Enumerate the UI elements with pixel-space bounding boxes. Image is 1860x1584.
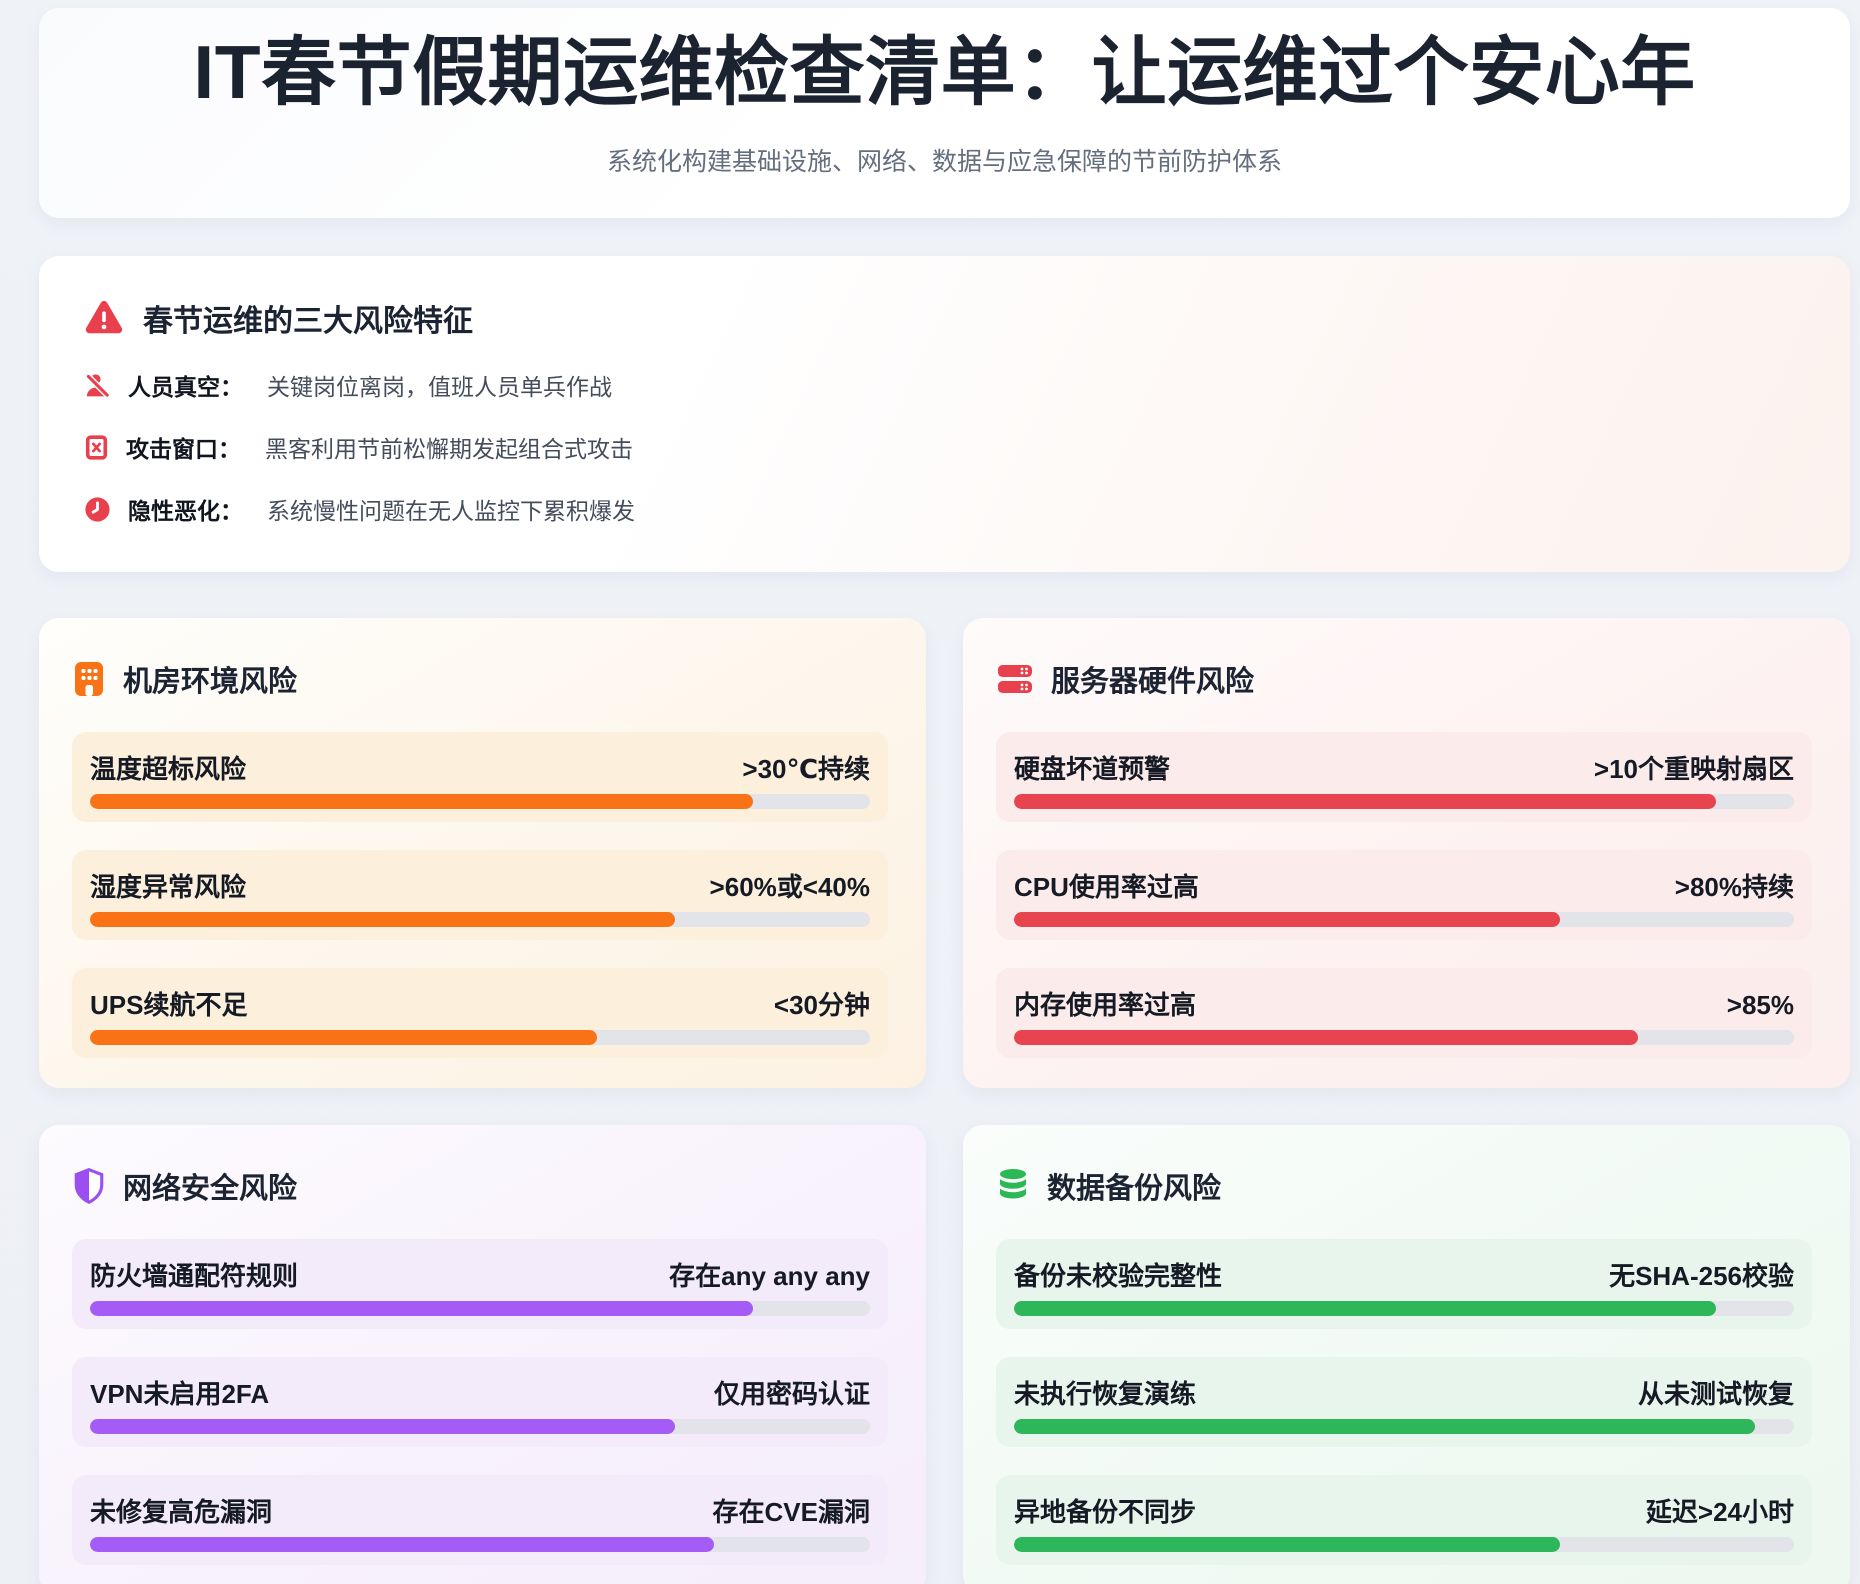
page-subtitle: 系统化构建基础设施、网络、数据与应急保障的节前防护体系 [164,142,1725,178]
risk-features-header: 春节运维的三大风险特征 [83,296,1806,340]
risk-feature-item: 攻击窗口： 黑客利用节前松懈期发起组合式攻击 [83,430,1806,464]
stat-value: 存在CVE漏洞 [713,1492,870,1529]
stat-row: 备份未校验完整性 无SHA-256校验 [996,1239,1812,1329]
stat-label: 温度超标风险 [90,749,246,786]
person-slash-icon [83,371,112,400]
card-title: 网络安全风险 [123,1165,297,1207]
progress-fill [1014,1537,1560,1552]
stat-label: 防火墙通配符规则 [90,1256,298,1293]
progress-track [90,1419,870,1434]
progress-track [90,1537,870,1552]
risk-feature-label: 人员真空： [128,368,243,402]
stat-row: 温度超标风险 >30℃持续 [72,732,888,822]
stat-value: <30分钟 [774,985,870,1022]
window-x-icon [83,434,110,461]
card-server-hardware: 服务器硬件风险 硬盘坏道预警 >10个重映射扇区 CPU使用率过高 >80%持续 [963,618,1850,1088]
progress-fill [1014,912,1560,927]
stat-label: VPN未启用2FA [90,1374,269,1411]
stat-value: >80%持续 [1675,867,1794,904]
stat-label: UPS续航不足 [90,985,247,1022]
stat-label: 湿度异常风险 [90,867,246,904]
hero-card: IT春节假期运维检查清单：让运维过个安心年 系统化构建基础设施、网络、数据与应急… [39,8,1850,218]
card-header: 数据备份风险 [996,1165,1812,1207]
card-room-environment: 机房环境风险 温度超标风险 >30℃持续 湿度异常风险 >60%或<40% [39,618,926,1088]
risk-feature-desc: 关键岗位离岗，值班人员单兵作战 [267,368,612,402]
stat-value: 延迟>24小时 [1646,1492,1794,1529]
stat-label: 异地备份不同步 [1014,1492,1196,1529]
risk-features-title: 春节运维的三大风险特征 [143,296,473,340]
clock-icon [83,495,112,524]
stat-value: 存在any any any [669,1256,870,1293]
stat-label: 硬盘坏道预警 [1014,749,1170,786]
stat-row: UPS续航不足 <30分钟 [72,968,888,1058]
progress-track [1014,794,1794,809]
progress-fill [90,1537,714,1552]
stat-row: 防火墙通配符规则 存在any any any [72,1239,888,1329]
stat-row: 硬盘坏道预警 >10个重映射扇区 [996,732,1812,822]
card-header: 服务器硬件风险 [996,658,1812,700]
stat-label: 未修复高危漏洞 [90,1492,272,1529]
progress-fill [90,912,675,927]
risk-feature-label: 攻击窗口： [126,430,241,464]
progress-track [1014,1537,1794,1552]
stat-value: 从未测试恢复 [1638,1374,1794,1411]
progress-fill [90,794,753,809]
page-title: IT春节假期运维检查清单：让运维过个安心年 [164,24,1725,120]
page: IT春节假期运维检查清单：让运维过个安心年 系统化构建基础设施、网络、数据与应急… [0,0,1860,1584]
stat-value: 无SHA-256校验 [1609,1256,1794,1293]
stat-value: >85% [1727,990,1794,1021]
warning-triangle-icon [83,297,125,339]
progress-fill [1014,1301,1716,1316]
stat-row: 未修复高危漏洞 存在CVE漏洞 [72,1475,888,1565]
stat-value: >60%或<40% [710,867,870,904]
stat-row: CPU使用率过高 >80%持续 [996,850,1812,940]
stat-row: 异地备份不同步 延迟>24小时 [996,1475,1812,1565]
card-network-security: 网络安全风险 防火墙通配符规则 存在any any any VPN未启用2FA … [39,1125,926,1584]
progress-fill [1014,1419,1755,1434]
risk-feature-item: 隐性恶化： 系统慢性问题在无人监控下累积爆发 [83,492,1806,526]
progress-fill [90,1419,675,1434]
stat-row: 湿度异常风险 >60%或<40% [72,850,888,940]
stat-label: 未执行恢复演练 [1014,1374,1196,1411]
progress-track [90,794,870,809]
stat-label: 备份未校验完整性 [1014,1256,1222,1293]
progress-track [1014,1419,1794,1434]
card-title: 服务器硬件风险 [1051,658,1254,700]
card-data-backup: 数据备份风险 备份未校验完整性 无SHA-256校验 未执行恢复演练 从未测试恢… [963,1125,1850,1584]
stat-row: VPN未启用2FA 仅用密码认证 [72,1357,888,1447]
progress-fill [90,1301,753,1316]
building-icon [72,660,106,698]
stat-value: 仅用密码认证 [714,1374,870,1411]
risk-feature-desc: 系统慢性问题在无人监控下累积爆发 [267,492,635,526]
stat-row: 内存使用率过高 >85% [996,968,1812,1058]
server-icon [996,662,1034,696]
risk-features-card: 春节运维的三大风险特征 人员真空： 关键岗位离岗，值班人员单兵作战 [39,256,1850,572]
stat-label: CPU使用率过高 [1014,867,1199,904]
risk-feature-item: 人员真空： 关键岗位离岗，值班人员单兵作战 [83,368,1806,402]
progress-fill [1014,794,1716,809]
stat-label: 内存使用率过高 [1014,985,1196,1022]
risk-cards-grid: 机房环境风险 温度超标风险 >30℃持续 湿度异常风险 >60%或<40% [39,618,1850,1584]
progress-track [1014,1301,1794,1316]
risk-feature-label: 隐性恶化： [128,492,243,526]
progress-track [90,1030,870,1045]
progress-track [90,1301,870,1316]
stat-value: >30℃持续 [742,749,870,786]
stat-value: >10个重映射扇区 [1594,749,1794,786]
progress-track [1014,1030,1794,1045]
progress-track [90,912,870,927]
progress-fill [1014,1030,1638,1045]
card-header: 机房环境风险 [72,658,888,700]
risk-feature-desc: 黑客利用节前松懈期发起组合式攻击 [265,430,633,464]
shield-icon [72,1167,106,1205]
card-header: 网络安全风险 [72,1165,888,1207]
progress-track [1014,912,1794,927]
stat-row: 未执行恢复演练 从未测试恢复 [996,1357,1812,1447]
progress-fill [90,1030,597,1045]
database-icon [996,1167,1030,1205]
card-title: 机房环境风险 [123,658,297,700]
card-title: 数据备份风险 [1047,1165,1221,1207]
